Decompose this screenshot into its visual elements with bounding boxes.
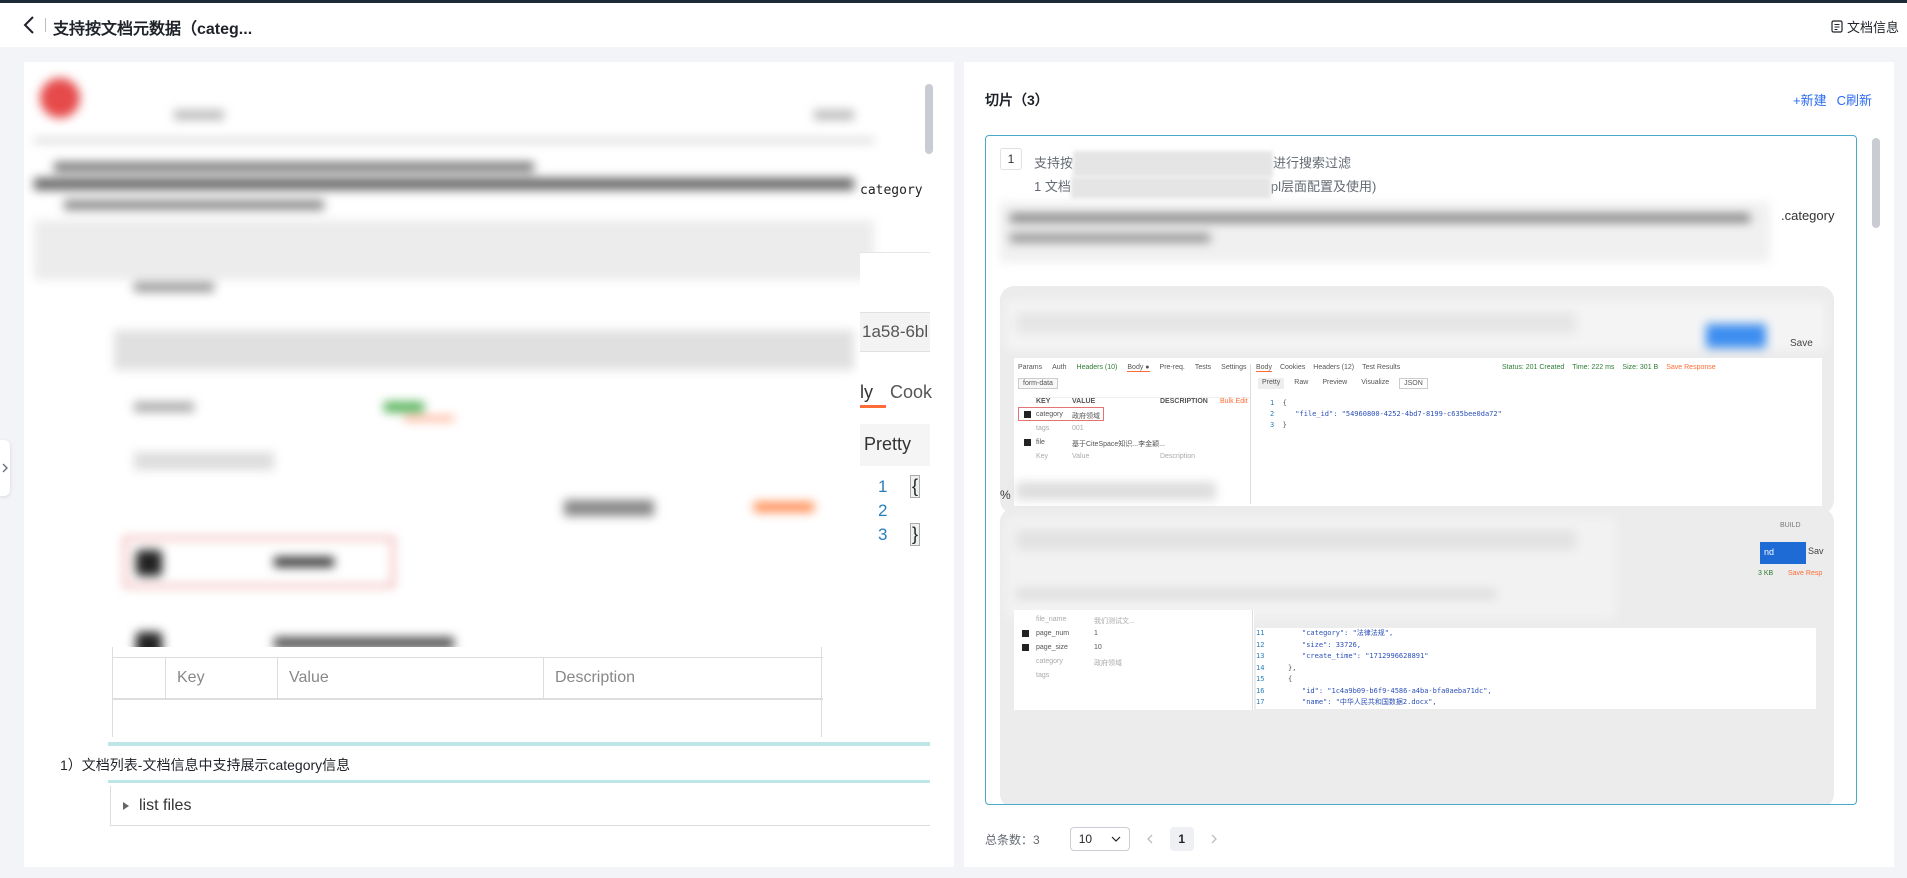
blurred-slice-caption <box>1016 482 1216 500</box>
page-size-value: 10 <box>1078 832 1093 846</box>
slice-card[interactable]: 1 支持按 进行搜索过滤 1 文档 pl层面配置及使用) .category Sav… <box>985 135 1857 805</box>
chevron-right-icon <box>1211 834 1217 844</box>
slices-panel: 切片（3） +新建 C刷新 1 支持按 进行搜索过滤 1 文档 pl层面配置及使用)… <box>964 62 1894 867</box>
slice-text-line1: 支持按 进行搜索过滤 <box>1034 151 1351 177</box>
slice-category-text: .category <box>1781 208 1835 223</box>
prev-page-button[interactable] <box>1138 827 1162 851</box>
postman-save-button-2: Sav <box>1808 546 1824 556</box>
blurred-screenshot-top <box>34 70 874 280</box>
snippet-category-text: category <box>860 183 923 198</box>
total-count: 总条数：3 <box>985 832 1040 847</box>
slice-index: 1 <box>1000 148 1022 170</box>
postman-send-button: nd <box>1760 542 1806 564</box>
json-brace-close: } <box>910 523 921 546</box>
list-text: 1）文档列表-文档信息中支持展示category信息 <box>60 757 351 773</box>
line-number-3: 3 <box>878 525 888 544</box>
line-number-1: 1 <box>878 477 888 496</box>
doc-info-label: 文档信息 <box>1846 20 1899 35</box>
postman-size-label: 3 KB <box>1758 570 1774 577</box>
right-panel-scrollbar[interactable] <box>1872 138 1880 228</box>
json-brace-open: { <box>910 475 921 498</box>
document-icon <box>1831 20 1843 33</box>
doc-info-button[interactable]: 文档信息 <box>1831 17 1899 36</box>
back-icon[interactable] <box>22 15 38 35</box>
form-params-table: Key Value Description <box>112 647 823 737</box>
slice-screenshot-1: Save Params Auth Headers (10) Body ● Pre-req… <box>1000 286 1834 514</box>
postman-save-button: Save <box>1790 338 1813 349</box>
teal-divider-bottom <box>108 780 930 783</box>
page-header: 支持按文档元数据（categ... 文档信息 <box>0 3 1907 47</box>
slices-title: 切片（3） <box>985 92 1049 108</box>
slice-screenshot-2: BUILD nd Sav 3 KB Save Resp file_name 我们… <box>1000 508 1834 804</box>
pretty-tab[interactable]: Pretty <box>864 434 911 455</box>
slices-actions: +新建 C刷新 <box>1793 90 1872 109</box>
chevron-left-icon <box>1146 834 1153 844</box>
postman-crop-right: 1a58-6bl ly Cook Pretty 1 2 3 { } <box>860 252 932 722</box>
postman-response-code: 11 "category": "法律法规", 12 "size": 33726, 1… <box>1256 628 1816 709</box>
page-1-button[interactable]: 1 <box>1169 827 1194 851</box>
refresh-button[interactable]: C刷新 <box>1837 90 1872 109</box>
page-size-select[interactable]: 10 <box>1069 827 1130 851</box>
page-title: 支持按文档元数据（categ... <box>53 21 253 38</box>
chevron-right-icon <box>2 463 8 473</box>
slice-text-line2: 1 文档 pl层面配置及使用) <box>1034 176 1376 199</box>
tab-body[interactable]: ly <box>860 382 873 403</box>
teal-divider-top <box>108 742 930 746</box>
tab-cookies[interactable]: Cook <box>890 382 932 403</box>
document-preview-panel: category 1a58-6bl ly Cook Pretty 1 2 3 {… <box>24 62 954 867</box>
table-header-key: Key <box>177 669 205 686</box>
left-panel-scrollbar[interactable] <box>925 84 933 154</box>
list-files-label: list files <box>139 796 192 814</box>
sidebar-toggle[interactable] <box>0 440 10 496</box>
caret-right-icon <box>123 801 129 810</box>
slice-percent-text: % <box>1000 488 1011 502</box>
new-slice-button[interactable]: +新建 <box>1793 90 1827 109</box>
request-id-text: 1a58-6bl <box>862 322 929 341</box>
table-header-value: Value <box>289 669 329 686</box>
postman-save-resp-label: Save Resp <box>1788 570 1823 577</box>
next-page-button[interactable] <box>1202 827 1226 851</box>
blurred-slice-text <box>1000 202 1770 262</box>
header-divider <box>45 18 46 32</box>
pagination: 总条数：3 10 1 <box>985 827 1226 851</box>
postman-build-label: BUILD <box>1780 522 1801 529</box>
line-number-2: 2 <box>878 501 888 520</box>
table-header-description: Description <box>555 669 636 686</box>
postman-form-rows: file_name 我们测试文... page_num 1 page_size … <box>1014 610 1254 710</box>
list-files-row[interactable]: list files <box>110 786 930 826</box>
chevron-down-icon <box>1111 836 1121 842</box>
